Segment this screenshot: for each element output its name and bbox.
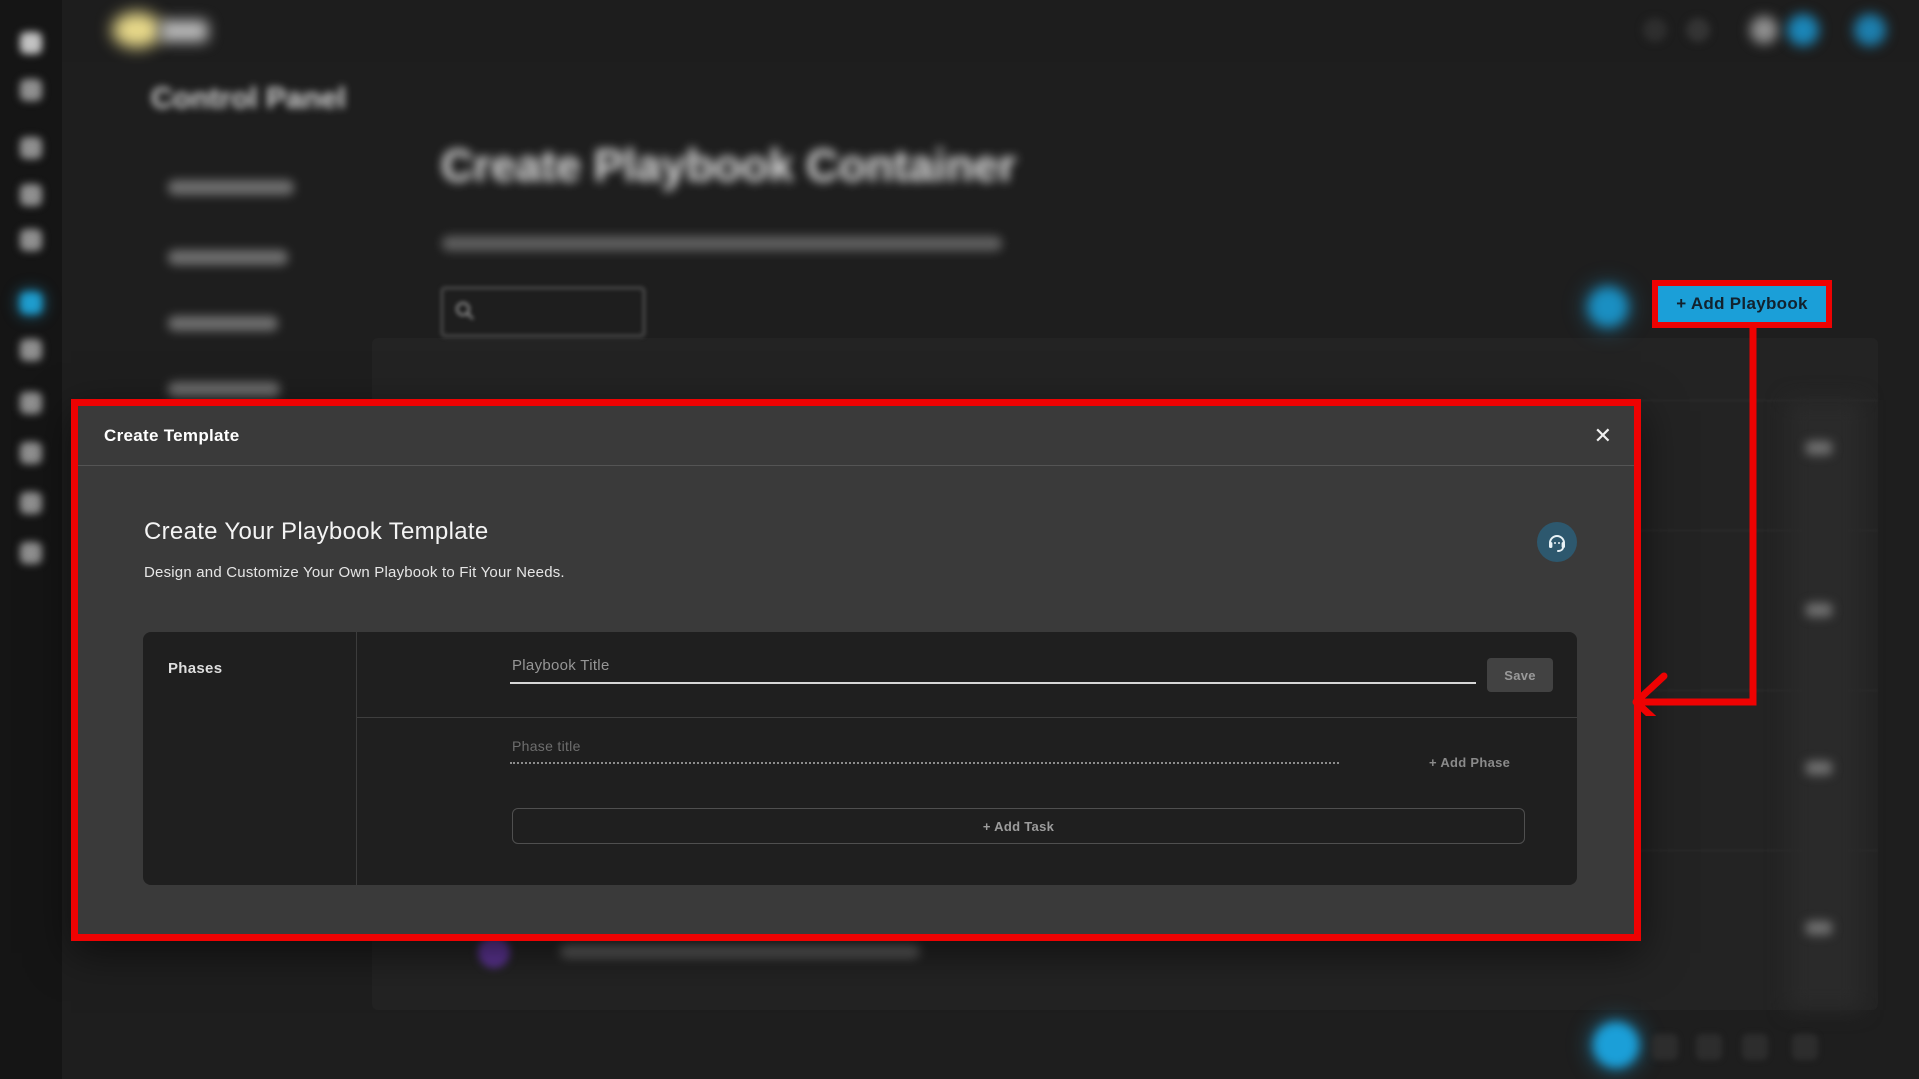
language-selector[interactable]: [1750, 16, 1778, 44]
sidebar-item-active[interactable]: [20, 292, 42, 314]
nav-item[interactable]: [168, 250, 288, 265]
pagination-page-active[interactable]: [1593, 1022, 1639, 1068]
annotation-arrow: [1620, 326, 1840, 716]
notifications-icon[interactable]: [1787, 14, 1819, 46]
add-task-button[interactable]: + Add Task: [512, 808, 1525, 844]
topbar-icon[interactable]: [1686, 18, 1710, 42]
modal-header: Create Template ✕: [78, 406, 1634, 466]
app-root: Control Panel Create Playbook Container …: [0, 0, 1919, 1079]
playbook-row-text: [560, 944, 920, 958]
nav-item[interactable]: [168, 180, 294, 195]
app-logo-text: [160, 20, 208, 42]
phase-row: + Add Phase + Add Task: [357, 718, 1577, 885]
panel-title: Control Panel: [151, 82, 346, 116]
pagination-page[interactable]: [1696, 1034, 1722, 1060]
modal-subheading: Design and Customize Your Own Playbook t…: [144, 564, 565, 581]
pagination-page[interactable]: [1742, 1034, 1768, 1060]
playbook-title-input[interactable]: [510, 648, 1476, 684]
search-icon: [455, 301, 475, 321]
sidebar-item[interactable]: [20, 492, 42, 514]
playbook-title-row: Save: [357, 632, 1577, 718]
support-agent-button[interactable]: [1537, 522, 1577, 562]
phases-label: Phases: [168, 660, 222, 677]
add-phase-button[interactable]: + Add Phase: [1423, 754, 1516, 771]
sidebar-item[interactable]: [20, 392, 42, 414]
nav-item[interactable]: [168, 316, 278, 331]
search-input[interactable]: [441, 287, 645, 337]
template-builder-panel: Phases Save + Add Phase + Add Task: [143, 632, 1577, 885]
sidebar: [0, 0, 62, 1079]
sidebar-item[interactable]: [20, 542, 42, 564]
phases-column: Phases: [143, 632, 357, 885]
pagination-page[interactable]: [1792, 1034, 1818, 1060]
create-template-modal: Create Template ✕ Create Your Playbook T…: [71, 399, 1641, 941]
row-actions-icon[interactable]: [1806, 761, 1832, 775]
headset-icon: [1545, 530, 1569, 554]
sidebar-item[interactable]: [20, 442, 42, 464]
sidebar-item[interactable]: [20, 184, 42, 206]
modal-title: Create Template: [104, 406, 240, 466]
save-button[interactable]: Save: [1487, 658, 1553, 692]
modal-heading: Create Your Playbook Template: [144, 518, 488, 546]
page-subtitle: [442, 236, 1002, 251]
topbar-icon[interactable]: [1643, 18, 1667, 42]
sidebar-item[interactable]: [20, 229, 42, 251]
sidebar-item[interactable]: [20, 79, 42, 101]
pagination-page[interactable]: [1652, 1034, 1678, 1060]
sidebar-item[interactable]: [20, 137, 42, 159]
close-icon[interactable]: ✕: [1594, 406, 1612, 466]
sidebar-item[interactable]: [20, 339, 42, 361]
row-actions-icon[interactable]: [1806, 921, 1832, 935]
phase-title-input[interactable]: [510, 730, 1339, 764]
avatar[interactable]: [1854, 14, 1886, 46]
menu-icon[interactable]: [20, 32, 42, 54]
nav-item[interactable]: [168, 382, 280, 397]
page-title: Create Playbook Container: [441, 140, 1016, 192]
topbar: [0, 0, 1919, 62]
app-logo-icon[interactable]: [112, 12, 162, 48]
add-playbook-button[interactable]: + Add Playbook: [1652, 280, 1832, 328]
dashboard-icon[interactable]: [1588, 287, 1628, 327]
